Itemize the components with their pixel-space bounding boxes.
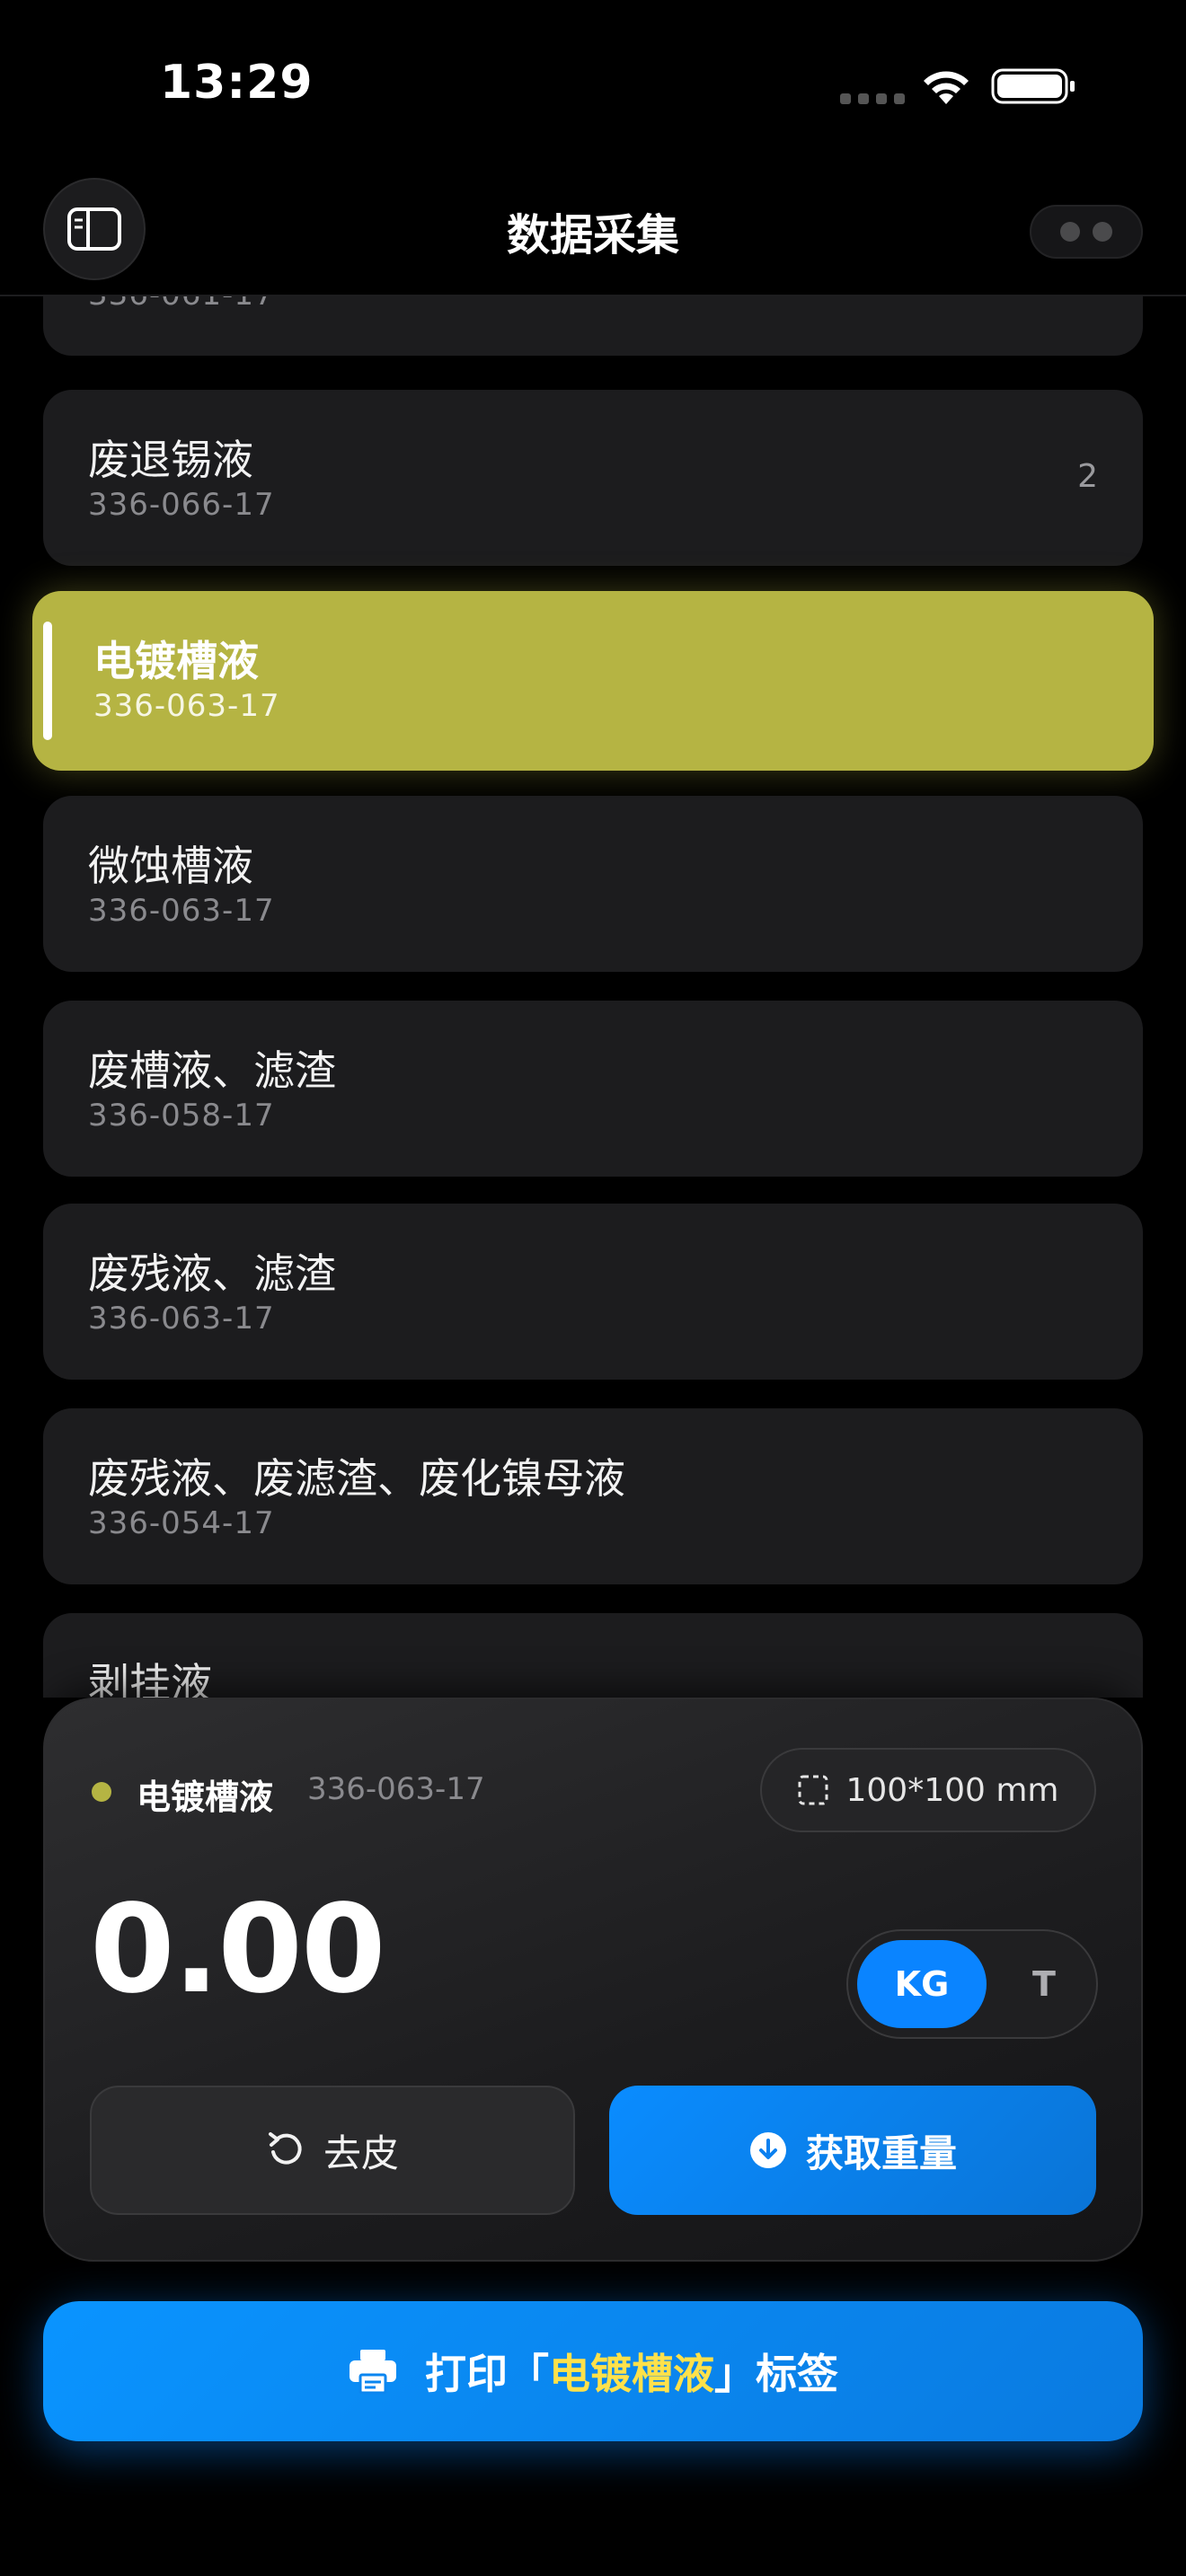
wifi-icon (924, 71, 969, 104)
get-weight-label: 获取重量 (805, 2130, 957, 2175)
list-item[interactable]: 336-061-17 (43, 296, 1143, 356)
selected-item-name: 电镀槽液 (137, 1778, 274, 1817)
crop-icon (798, 1775, 828, 1805)
reset-icon (268, 2132, 302, 2165)
battery-icon (991, 68, 1075, 104)
unit-kg-option[interactable]: KG (857, 1940, 987, 2028)
list-item[interactable]: 废残液、废滤渣、废化镍母液 336-054-17 (43, 1408, 1143, 1584)
tare-button[interactable]: 去皮 (90, 2086, 575, 2215)
print-label-text: 打印「电镀槽液」标签 (425, 2350, 838, 2398)
status-time: 13:29 (160, 56, 314, 110)
print-label-button[interactable]: 打印「电镀槽液」标签 (43, 2301, 1143, 2441)
item-name: 微蚀槽液 (88, 842, 253, 890)
selected-status-dot (92, 1782, 111, 1802)
list-item[interactable]: 废退锡液 336-066-17 2 (43, 390, 1143, 566)
weighing-panel: 电镀槽液 336-063-17 100*100 mm 0.00 KG T 去皮 … (43, 1698, 1143, 2262)
label-size-button[interactable]: 100*100 mm (760, 1748, 1096, 1832)
item-code: 336-063-17 (88, 1301, 275, 1337)
item-code: 336-058-17 (88, 1098, 275, 1134)
waste-type-list[interactable]: 336-061-17 废退锡液 336-066-17 2 电镀槽液 336-06… (0, 296, 1186, 1698)
cellular-signal-icon (840, 93, 905, 104)
get-weight-button[interactable]: 获取重量 (609, 2086, 1096, 2215)
weight-readout: 0.00 (90, 1879, 386, 2021)
print-item-highlight: 电镀槽液 (549, 2350, 714, 2398)
more-icon (1060, 222, 1080, 242)
label-size-text: 100*100 mm (845, 1771, 1059, 1809)
list-item-selected[interactable]: 电镀槽液 336-063-17 (32, 591, 1154, 771)
item-count-badge: 2 (1077, 458, 1098, 495)
item-code: 336-066-17 (88, 487, 275, 523)
unit-t-option[interactable]: T (1001, 1940, 1087, 2028)
list-item[interactable]: 剥挂液 (43, 1613, 1143, 1698)
item-name: 废残液、废滤渣、废化镍母液 (88, 1454, 625, 1503)
list-item[interactable]: 废槽液、滤渣 336-058-17 (43, 1001, 1143, 1177)
item-name: 剥挂液 (88, 1659, 212, 1698)
item-name: 废残液、滤渣 (88, 1249, 336, 1298)
unit-toggle[interactable]: KG T (846, 1929, 1098, 2039)
list-item[interactable]: 微蚀槽液 336-063-17 (43, 796, 1143, 972)
item-code: 336-061-17 (88, 296, 275, 313)
selection-indicator (43, 622, 52, 740)
item-name: 废槽液、滤渣 (88, 1046, 336, 1095)
item-code: 336-063-17 (88, 893, 275, 929)
selected-item-code: 336-063-17 (307, 1771, 485, 1807)
item-name: 电镀槽液 (93, 637, 259, 685)
page-title: 数据采集 (506, 210, 679, 260)
list-item[interactable]: 废残液、滤渣 336-063-17 (43, 1204, 1143, 1380)
item-code: 336-063-17 (93, 688, 280, 724)
item-name: 废退锡液 (88, 436, 253, 484)
item-code: 336-054-17 (88, 1505, 275, 1541)
tare-label: 去皮 (323, 2130, 399, 2175)
more-button[interactable] (1030, 205, 1143, 259)
printer-icon (350, 2350, 396, 2395)
download-icon (749, 2132, 786, 2168)
